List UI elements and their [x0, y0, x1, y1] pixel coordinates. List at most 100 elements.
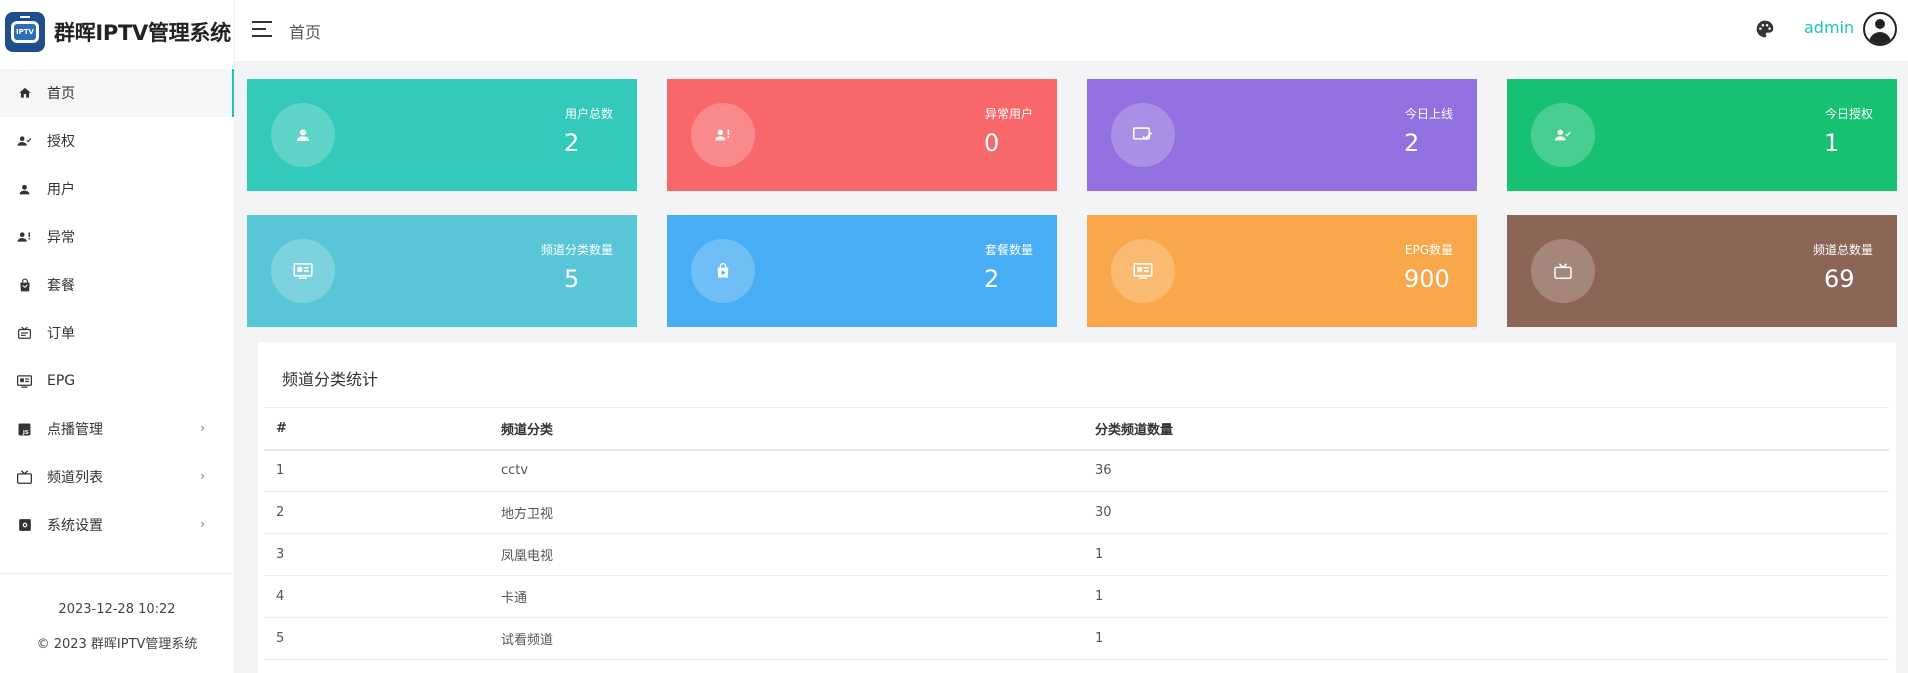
- stat-label: 频道分类数量: [540, 243, 613, 257]
- user-alert-icon: [691, 103, 755, 167]
- table-cell: 地方卫视: [489, 491, 1083, 534]
- sidebar-item-label: 频道列表: [47, 470, 103, 486]
- stat-value: 900: [1404, 265, 1450, 293]
- user-icon: [271, 103, 335, 167]
- footer-copyright: © 2023 群晖IPTV管理系统: [36, 637, 198, 652]
- user-icon: [17, 182, 32, 197]
- stat-value: 1: [1824, 129, 1840, 157]
- guide-icon: [271, 239, 335, 303]
- stat-value: 0: [984, 129, 1000, 157]
- channel-category-panel: 频道分类统计 # 频道分类 分类频道数量 1 cctv 36 2 地方卫视 30…: [258, 342, 1896, 673]
- tv-icon: [17, 470, 32, 485]
- user-name[interactable]: admin: [1804, 18, 1854, 37]
- sidebar-footer: 2023-12-28 10:22 © 2023 群晖IPTV管理系统: [0, 573, 234, 673]
- chevron-right-icon: ›: [200, 421, 205, 435]
- table-row: 5 试看频道 1: [264, 617, 1889, 660]
- stat-card: 频道总数量 69: [1507, 215, 1897, 327]
- guide-icon: [1111, 239, 1175, 303]
- chevron-right-icon: ›: [200, 517, 205, 531]
- table-cell: 1: [264, 449, 489, 492]
- table-cell: 3: [264, 533, 489, 576]
- stat-card: 异常用户 0: [667, 79, 1057, 191]
- stat-card: 今日上线 2: [1087, 79, 1477, 191]
- stat-label: 频道总数量: [1812, 243, 1873, 257]
- sidebar-item-label: EPG: [47, 373, 76, 389]
- column-header: 频道分类: [489, 407, 1083, 451]
- chevron-right-icon: ›: [200, 469, 205, 483]
- table-cell: 1: [1083, 617, 1889, 660]
- stat-card: 套餐数量 2: [667, 215, 1057, 327]
- user-check-icon: [1531, 103, 1595, 167]
- stat-label: 今日授权: [1824, 107, 1873, 121]
- sidebar-item-label: 点播管理: [47, 422, 103, 438]
- table-cell: 1: [1083, 533, 1889, 576]
- shopping-bag-icon: [17, 278, 32, 293]
- table-cell: 凤凰电视: [489, 533, 1083, 576]
- shopping-bag-icon: [691, 239, 755, 303]
- category-table: # 频道分类 分类频道数量 1 cctv 36 2 地方卫视 30 3 凤凰电视…: [264, 407, 1889, 660]
- sidebar-item-label: 系统设置: [47, 518, 103, 534]
- sidebar-item-settings[interactable]: 系统设置 ›: [0, 501, 234, 549]
- stat-value: 2: [564, 129, 580, 157]
- sidebar-item-home[interactable]: 首页: [0, 69, 234, 117]
- stat-value: 5: [564, 265, 580, 293]
- js-file-icon: JS: [17, 422, 32, 437]
- sidebar-item-label: 授权: [47, 134, 75, 150]
- sidebar-item-label: 订单: [47, 326, 75, 342]
- table-cell: 1: [1083, 575, 1889, 618]
- sidebar-item-label: 用户: [47, 182, 75, 198]
- settings-icon: [17, 518, 32, 533]
- column-header: #: [264, 407, 489, 451]
- sidebar-item-abnormal[interactable]: 异常: [0, 213, 234, 261]
- sidebar-menu: 首页 授权 用户 异常 套餐 订单 EPG JS 点播管理 › 频道列表 › 系…: [0, 69, 234, 549]
- stat-label: 异常用户: [984, 107, 1033, 121]
- table-cell: 试看频道: [489, 617, 1083, 660]
- sidebar-item-label: 套餐: [47, 278, 75, 294]
- stat-card: EPG数量 900: [1087, 215, 1477, 327]
- svg-text:JS: JS: [22, 429, 29, 435]
- stat-label: 用户总数: [564, 107, 613, 121]
- sidebar-item-packages[interactable]: 套餐: [0, 261, 234, 309]
- column-header: 分类频道数量: [1083, 407, 1889, 451]
- stat-value: 2: [984, 265, 1000, 293]
- home-icon: [17, 86, 32, 101]
- sidebar-item-label: 首页: [47, 86, 75, 102]
- sidebar-item-authorize[interactable]: 授权: [0, 117, 234, 165]
- online-icon: [1111, 103, 1175, 167]
- sidebar-item-label: 异常: [47, 230, 75, 246]
- stat-label: 今日上线: [1404, 107, 1453, 121]
- table-cell: 36: [1083, 449, 1889, 492]
- table-header-row: # 频道分类 分类频道数量: [264, 407, 1889, 451]
- sidebar-item-orders[interactable]: 订单: [0, 309, 234, 357]
- app: IPTV 群晖IPTV管理系统 首页 授权 用户 异常 套餐 订单 EPG JS…: [0, 0, 1908, 673]
- table-cell: 2: [264, 491, 489, 534]
- tv-order-icon: [17, 326, 32, 341]
- table-row: 4 卡通 1: [264, 575, 1889, 618]
- guide-icon: [17, 374, 32, 389]
- table-cell: 30: [1083, 491, 1889, 534]
- sidebar-item-channels[interactable]: 频道列表 ›: [0, 453, 234, 501]
- brand[interactable]: IPTV 群晖IPTV管理系统: [0, 0, 234, 64]
- brand-title: 群晖IPTV管理系统: [54, 21, 231, 45]
- sidebar: IPTV 群晖IPTV管理系统 首页 授权 用户 异常 套餐 订单 EPG JS…: [0, 0, 235, 673]
- sidebar-item-vod[interactable]: JS 点播管理 ›: [0, 405, 234, 453]
- table-cell: 5: [264, 617, 489, 660]
- breadcrumb[interactable]: 首页: [289, 19, 321, 43]
- top-header: 首页 admin: [235, 0, 1908, 62]
- stat-label: 套餐数量: [984, 243, 1033, 257]
- menu-toggle-icon[interactable]: [252, 21, 272, 37]
- table-cell: cctv: [489, 449, 1083, 492]
- tv-icon: [1531, 239, 1595, 303]
- table-row: 3 凤凰电视 1: [264, 533, 1889, 576]
- sidebar-item-epg[interactable]: EPG: [0, 357, 234, 405]
- stat-card: 频道分类数量 5: [247, 215, 637, 327]
- stat-label: EPG数量: [1404, 243, 1453, 257]
- stat-card: 用户总数 2: [247, 79, 637, 191]
- table-cell: 卡通: [489, 575, 1083, 618]
- palette-icon[interactable]: [1755, 19, 1775, 39]
- sidebar-item-users[interactable]: 用户: [0, 165, 234, 213]
- avatar-icon[interactable]: [1863, 12, 1897, 46]
- footer-datetime: 2023-12-28 10:22: [58, 602, 176, 617]
- stat-value: 69: [1824, 265, 1855, 293]
- iptv-logo-icon: IPTV: [5, 12, 45, 52]
